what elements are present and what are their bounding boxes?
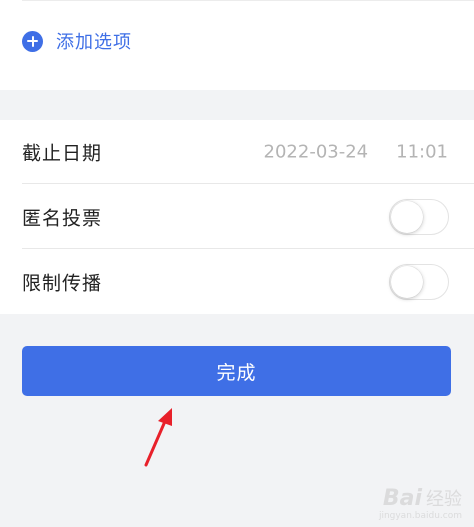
toggle-knob (391, 266, 423, 298)
deadline-label: 截止日期 (22, 142, 103, 165)
done-button[interactable]: 完成 (22, 346, 451, 396)
anonymous-vote-toggle[interactable] (389, 199, 449, 235)
limit-sharing-row: 限制传播 (0, 250, 474, 314)
limit-sharing-label: 限制传播 (22, 272, 103, 295)
watermark: Bai 经验 jingyan.baidu.com (379, 488, 462, 521)
deadline-time: 11:01 (396, 141, 448, 163)
deadline-picker[interactable]: 2022-03-24 11:01 (264, 142, 448, 163)
settings-card: 截止日期 2022-03-24 11:01 匿名投票 限制传播 (0, 120, 474, 314)
watermark-url: jingyan.baidu.com (378, 511, 462, 521)
divider (22, 0, 474, 1)
deadline-row[interactable]: 截止日期 2022-03-24 11:01 (0, 120, 474, 184)
divider (22, 248, 474, 249)
toggle-knob (391, 201, 423, 233)
add-option-label: 添加选项 (56, 32, 132, 53)
divider (22, 183, 474, 184)
deadline-date: 2022-03-24 (263, 141, 369, 163)
watermark-logo: Bai (382, 486, 422, 511)
annotation-arrow-icon (144, 408, 172, 467)
watermark-cn: 经验 (426, 489, 462, 510)
anonymous-vote-row: 匿名投票 (0, 185, 474, 249)
options-card: 添加选项 (0, 0, 474, 90)
add-option-button[interactable]: 添加选项 (22, 29, 132, 53)
limit-sharing-toggle[interactable] (389, 264, 449, 300)
anonymous-vote-label: 匿名投票 (22, 207, 103, 230)
plus-circle-icon (22, 30, 43, 52)
